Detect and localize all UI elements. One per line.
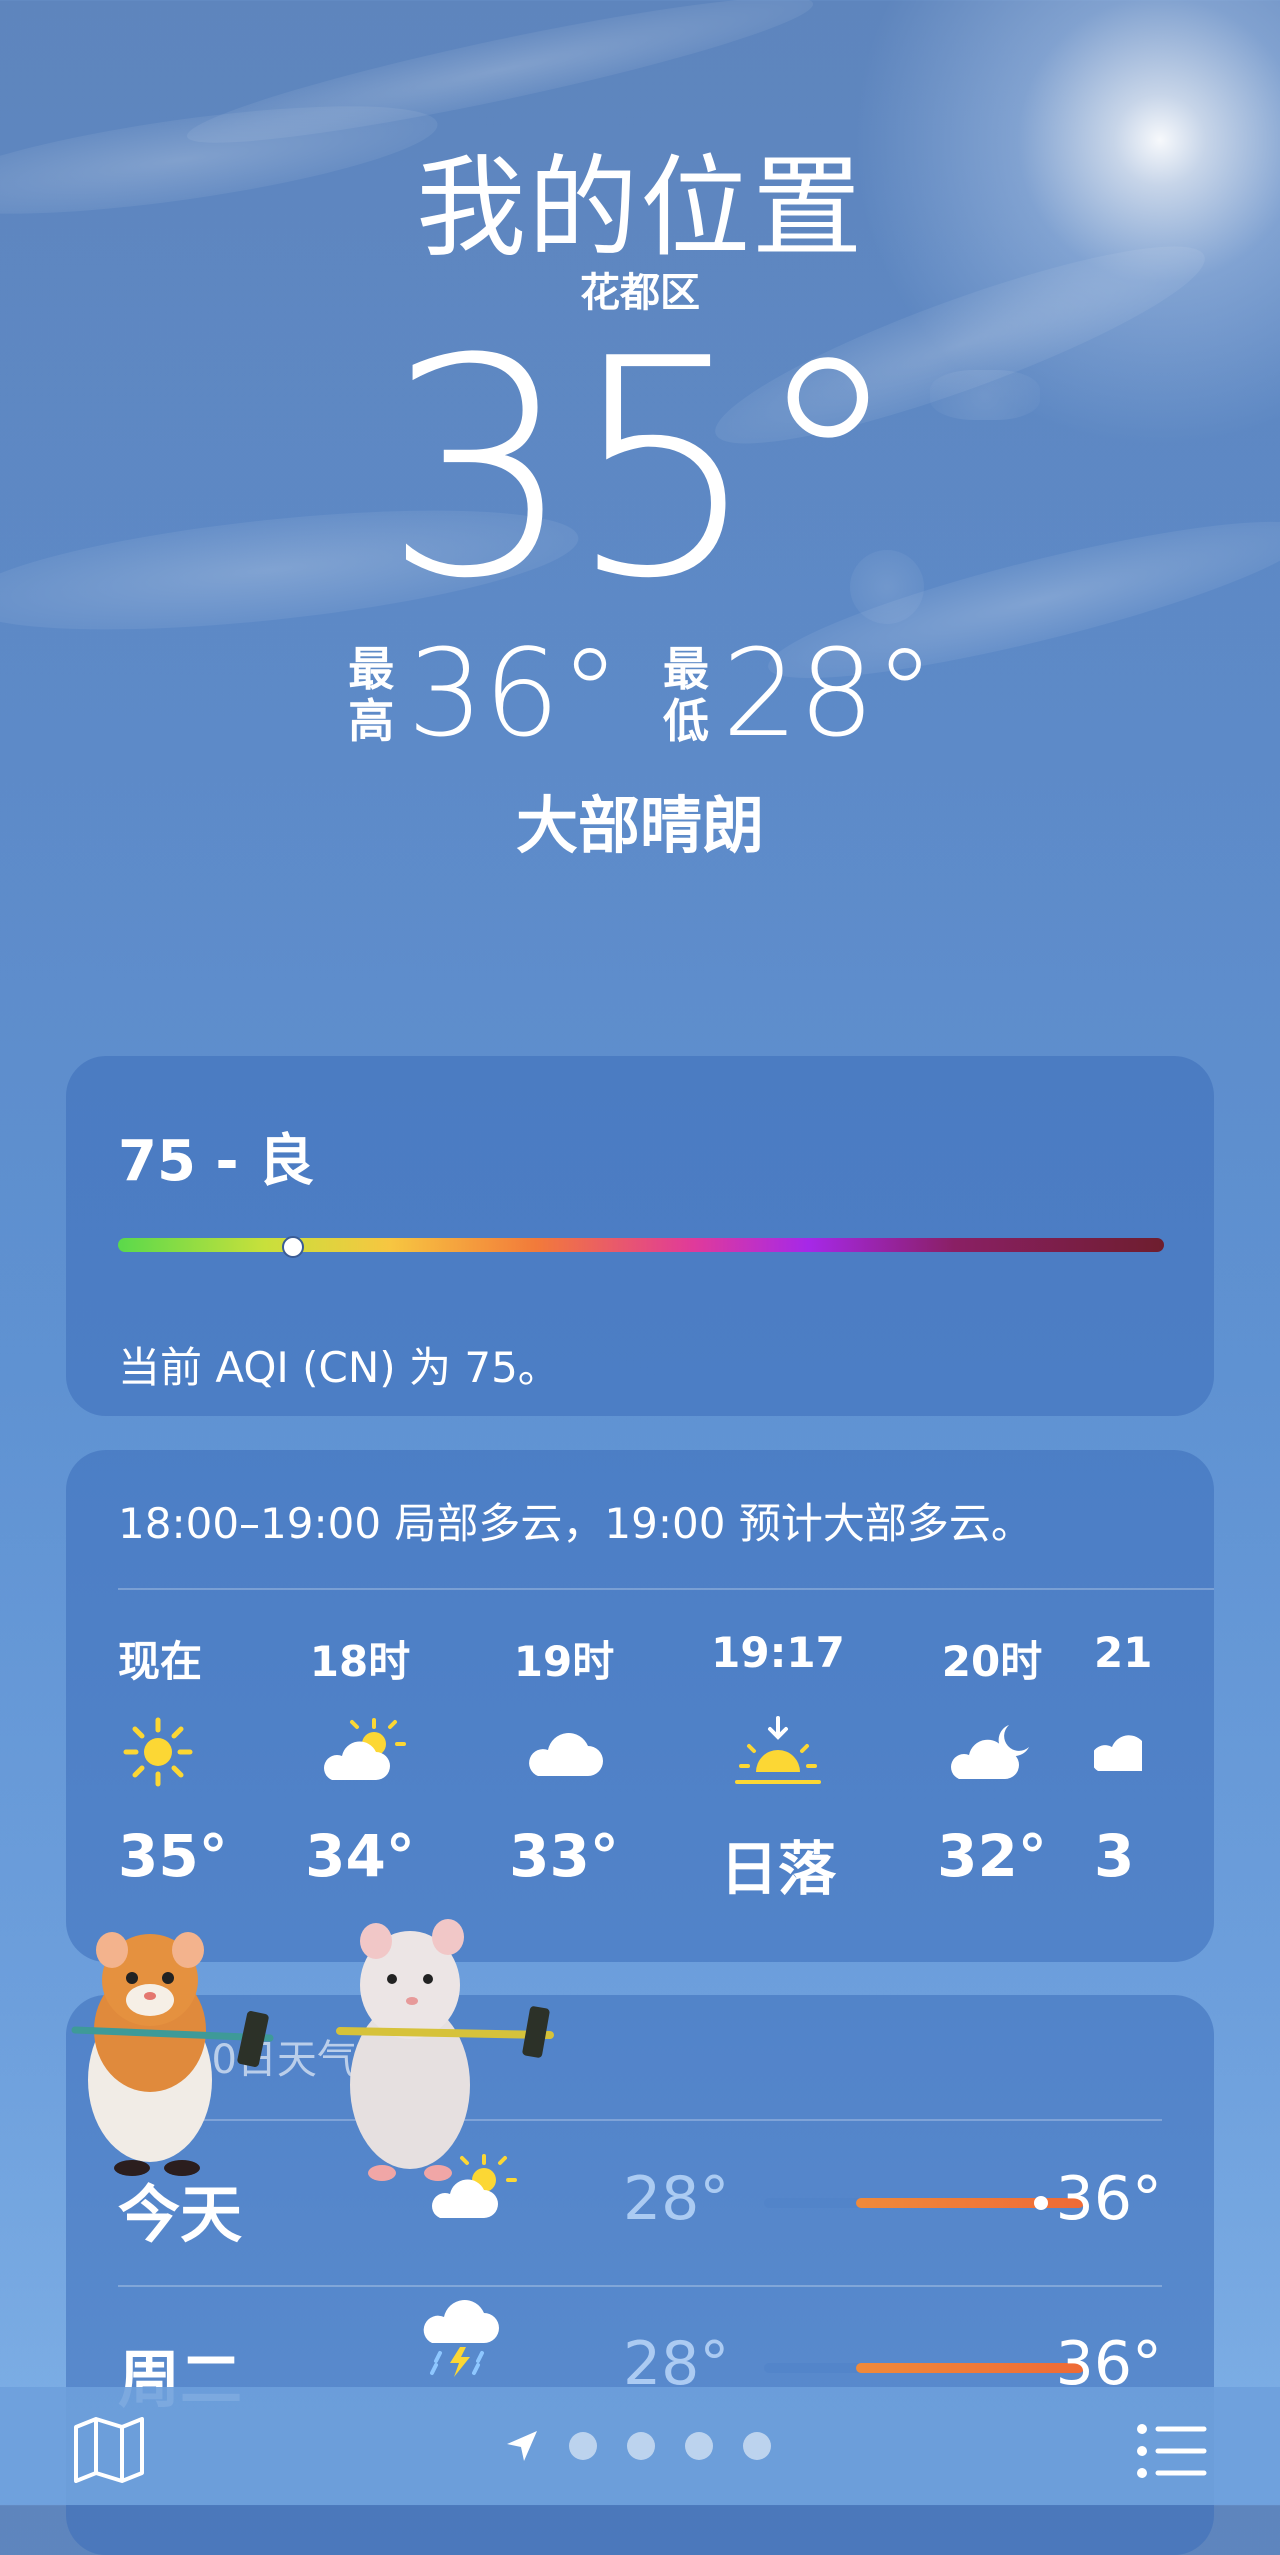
sun-icon <box>118 1702 198 1802</box>
map-icon[interactable] <box>72 2417 146 2487</box>
hour-temp: 34° <box>305 1822 415 1890</box>
hour-label: 18时 <box>309 1637 411 1686</box>
hour-temp: 日落 <box>719 1835 836 1903</box>
page-dot[interactable] <box>627 2432 655 2460</box>
hour-temp: 32° <box>937 1822 1047 1890</box>
day-low: 28° <box>623 2164 730 2234</box>
hour-label: 21 <box>1094 1628 1153 1677</box>
hourly-list[interactable]: 现在 35° 18时 34° 19时 33° 19:17 日落 20时 32° … <box>118 1628 1214 1906</box>
temp-range-fill <box>856 2363 1084 2373</box>
hour-label: 现在 <box>118 1637 203 1686</box>
high-low: 最高 36° 最低 28° <box>0 635 1280 755</box>
page-dot[interactable] <box>685 2432 713 2460</box>
day-high: 36° <box>1055 2164 1162 2234</box>
sunset-icon <box>733 1702 823 1802</box>
high-temp-pair: 最高 36° <box>345 635 620 755</box>
hamster-sticker-white <box>336 1919 554 2181</box>
hourly-summary: 18:00–19:00 局部多云，19:00 预计大部多云。 <box>118 1499 1033 1548</box>
aqi-headline: 75 - 良 <box>118 1129 315 1194</box>
hour-item: 19时 33° <box>462 1628 666 1906</box>
aqi-scale-bar <box>118 1238 1164 1252</box>
list-icon[interactable] <box>1136 2423 1208 2483</box>
hour-item: 21 3 <box>1094 1628 1184 1906</box>
hour-temp: 3 <box>1094 1822 1135 1890</box>
aqi-card[interactable]: 75 - 良 当前 AQI (CN) 为 75。 <box>66 1056 1214 1416</box>
hour-temp: 33° <box>509 1822 619 1890</box>
hour-temp: 35° <box>118 1822 228 1890</box>
cloud-icon <box>522 1702 606 1802</box>
low-value: 28° <box>722 625 935 764</box>
divider <box>118 1588 1214 1590</box>
partly-cloudy-icon <box>312 1702 408 1802</box>
hour-item: 19:17 日落 <box>666 1628 890 1906</box>
location-title: 我的位置 <box>416 144 864 272</box>
condition-label: 大部晴朗 <box>515 789 764 862</box>
aqi-indicator <box>282 1236 304 1258</box>
hamster-sticker-orange <box>71 1932 274 2176</box>
current-temperature: 35° <box>383 295 903 644</box>
cloudy-night-icon <box>947 1702 1037 1802</box>
cloud-icon <box>1094 1702 1142 1802</box>
hourly-forecast-card[interactable]: 18:00–19:00 局部多云，19:00 预计大部多云。 现在 35° 18… <box>66 1450 1214 1962</box>
temp-range-bar <box>764 2196 1084 2210</box>
hour-item: 18时 34° <box>258 1628 462 1906</box>
low-label: 最低 <box>663 642 709 748</box>
high-label: 最高 <box>348 642 395 748</box>
high-value: 36° <box>407 625 620 764</box>
hour-item: 现在 35° <box>118 1628 258 1906</box>
temp-range-bar <box>764 2363 1084 2373</box>
hour-label: 20时 <box>941 1637 1043 1686</box>
page-dot[interactable] <box>743 2432 771 2460</box>
bottom-toolbar <box>0 2387 1280 2505</box>
temp-range-fill <box>856 2198 1084 2208</box>
location-arrow-icon <box>505 2429 539 2463</box>
hour-label: 19:17 <box>711 1628 845 1677</box>
divider <box>118 2285 1162 2287</box>
page-dot[interactable] <box>569 2432 597 2460</box>
hour-item: 20时 32° <box>890 1628 1094 1906</box>
low-temp-pair: 最低 28° <box>660 635 935 755</box>
hour-label: 19时 <box>513 1637 615 1686</box>
aqi-description: 当前 AQI (CN) 为 75。 <box>118 1343 560 1392</box>
page-indicator[interactable] <box>505 2429 771 2463</box>
current-temp-marker <box>1034 2196 1048 2210</box>
thunderstorm-icon <box>422 2297 502 2385</box>
